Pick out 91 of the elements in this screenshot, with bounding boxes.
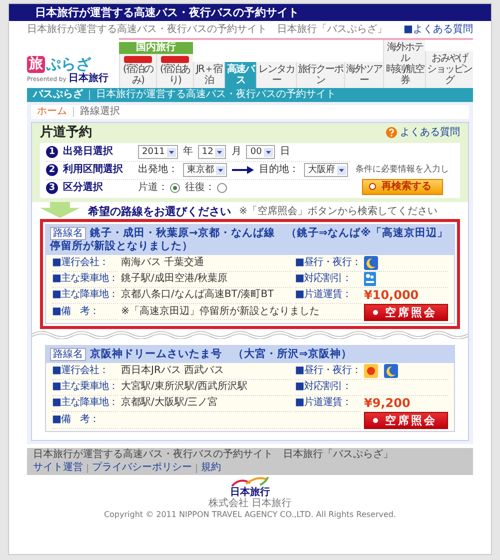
- group-label: 国内旅行: [119, 42, 193, 54]
- down-arrow-icon: [40, 202, 80, 218]
- radio-button[interactable]: [217, 183, 227, 194]
- nav-tab[interactable]: JR＋宿泊: [192, 62, 224, 88]
- option-label: 往復：: [185, 182, 215, 194]
- nav-tab[interactable]: レンタカー: [256, 62, 296, 88]
- route-name: 路線名 京阪神ドリームさいたま号 （大宮・所沢⇒京阪神）: [46, 346, 454, 363]
- badge-icon: [160, 56, 189, 64]
- field-value: 大宮駅/東所沢駅/西武所沢駅: [121, 380, 292, 396]
- to-label: 目的地：: [259, 164, 299, 176]
- footer-link[interactable]: 規約: [201, 462, 221, 474]
- section-title: バスぷらざ: [33, 89, 83, 102]
- help-icon: [386, 127, 397, 138]
- field-label: ■対応割引：: [295, 272, 361, 288]
- caret-icon: [216, 166, 225, 175]
- prompt-note: ※「空席照会」ボタンから検索してください: [239, 206, 438, 218]
- search-hint: 条件に必要情報を入力し: [355, 164, 449, 175]
- field-label: ■昼行・夜行：: [295, 256, 361, 272]
- promo-tab[interactable]: (宿泊あり): [156, 54, 193, 88]
- moon-icon: [364, 256, 378, 270]
- field-label: ■備 考：: [52, 304, 118, 320]
- step-number: 2: [46, 164, 58, 176]
- field-label: ■対応割引：: [295, 380, 361, 396]
- to-select[interactable]: 大阪府: [304, 163, 348, 178]
- panel-title: 片道予約: [40, 125, 92, 141]
- nav-tab[interactable]: 海外ホテル 時刻/航空券: [383, 40, 426, 88]
- radio-button[interactable]: [170, 183, 180, 194]
- swoosh-icon: [230, 477, 270, 488]
- option-label: 片道：: [138, 182, 168, 194]
- breadcrumb-current: 路線選択: [80, 106, 120, 118]
- discount-icon: [364, 272, 376, 286]
- footer-link[interactable]: プライバシーポリシー: [92, 462, 192, 474]
- field-label: ■主な乗車地：: [52, 380, 118, 396]
- caret-icon: [337, 166, 346, 175]
- company-logo: 日本旅行: [68, 73, 108, 86]
- seat-inquiry-button[interactable]: 空席照会: [364, 412, 448, 430]
- prompt-title: 希望の路線をお選びください: [88, 204, 231, 218]
- field-label: ■片道運賃：: [295, 396, 361, 412]
- promo-tab[interactable]: (宿泊のみ): [119, 54, 156, 88]
- step-label: 区分選択: [63, 182, 104, 194]
- field-value: ※「高速京田辺」停留所が新設となりました: [121, 304, 361, 320]
- field-value: 京都駅/大阪駅/三ノ宮: [121, 396, 292, 412]
- section-subtitle: 日本旅行が運営する高速バス・夜行バスの予約サイト: [96, 89, 336, 102]
- copyright: Copyright © 2011 NIPPON TRAVEL AGENCY CO.,LTD. All Rights Reserved.: [104, 510, 396, 520]
- breadcrumb-link[interactable]: ホーム: [37, 106, 67, 118]
- field-value: 銚子駅/成田空港/秋葉原: [121, 272, 292, 288]
- site-tagline: 日本旅行が運営する高速バス・夜行バスの予約サイト 日本旅行「バスぷらざ」: [27, 24, 387, 36]
- nav-tab[interactable]: 海外ツアー: [344, 62, 384, 88]
- company-name: 株式会社 日本旅行: [208, 498, 292, 510]
- field-label: ■主な降車地：: [52, 396, 118, 412]
- faq-link[interactable]: ■よくある質問: [404, 24, 473, 36]
- date-select[interactable]: 00: [246, 145, 275, 160]
- site-title-bar: 日本旅行が運営する高速バス・夜行バスの予約サイト: [9, 4, 491, 22]
- seat-inquiry-button[interactable]: 空席照会: [364, 304, 448, 321]
- date-select[interactable]: 12: [198, 145, 226, 160]
- nav-tab[interactable]: 旅行クーポン: [296, 62, 344, 88]
- moon-icon: [384, 364, 398, 378]
- logo-mark: 旅: [27, 56, 45, 73]
- logo-name: ぷらざ: [46, 55, 91, 74]
- footer-link[interactable]: サイト運営: [33, 462, 83, 474]
- footer-text: 日本旅行が運営する高速バス・夜行バスの予約サイト 日本旅行「バスぷらざ」: [33, 449, 393, 462]
- caret-icon: [166, 148, 176, 157]
- help-link[interactable]: よくある質問: [386, 126, 460, 139]
- field-value: 京都八条口/なんば高速BT/湊町BT: [121, 288, 292, 304]
- field-value: 西日本JRバス 西武バス: [121, 364, 292, 380]
- from-label: 出発地：: [138, 164, 178, 176]
- step-label: 出発日選択: [63, 146, 114, 158]
- caret-icon: [215, 148, 224, 157]
- step-number: 3: [46, 182, 58, 194]
- date-select[interactable]: 2011: [138, 145, 178, 160]
- route-name: 路線名 銚子・成田・秋葉原→京都・なんば線 （銚子⇒なんば※「高速京田辺」停留所が新設となりました）: [46, 224, 454, 255]
- nav-tab[interactable]: おみやげ ショッピング: [425, 51, 474, 88]
- step-label: 利用区間選択: [63, 164, 124, 176]
- from-select[interactable]: 東京都: [183, 163, 227, 178]
- step-number: 1: [46, 146, 58, 158]
- field-label: ■運行会社：: [52, 364, 118, 380]
- right-arrow-icon: [232, 166, 254, 174]
- caret-icon: [264, 148, 273, 157]
- date-unit: 月: [231, 146, 242, 158]
- field-label: ■片道運賃：: [295, 288, 361, 304]
- date-unit: 年: [182, 146, 193, 158]
- field-label: ■運行会社：: [52, 256, 118, 272]
- sun-icon: [364, 364, 378, 378]
- date-unit: 日: [280, 146, 290, 158]
- field-label: ■昼行・夜行：: [295, 364, 361, 380]
- company-logo: 日本旅行: [230, 477, 270, 498]
- field-value: 南海バス 千葉交通: [121, 256, 292, 272]
- field-label: ■主な降車地：: [52, 288, 118, 304]
- badge-icon: [124, 56, 152, 64]
- field-label: ■主な乗車地：: [52, 272, 118, 288]
- field-label: ■備 考：: [52, 412, 118, 429]
